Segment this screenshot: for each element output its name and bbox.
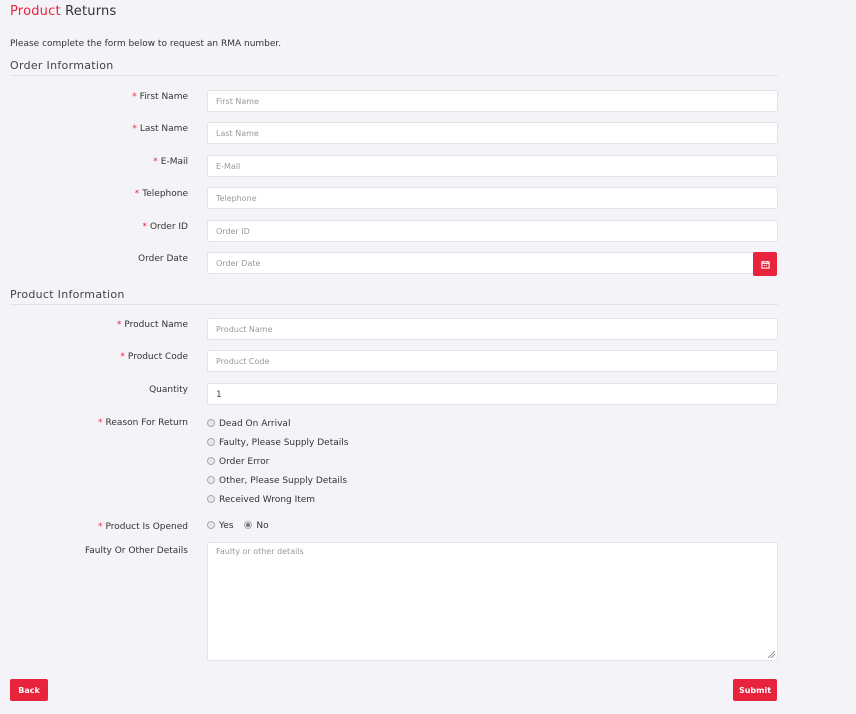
reason-option[interactable]: Other, Please Supply Details <box>207 475 347 490</box>
quantity-row: Quantity 1 <box>10 383 778 407</box>
order-date-label: Order Date <box>138 254 188 264</box>
opened-no-option[interactable]: No <box>244 520 269 531</box>
radio-button[interactable] <box>207 456 215 465</box>
reason-option[interactable]: Faulty, Please Supply Details <box>207 437 348 452</box>
order-id-row: * Order ID Order ID <box>10 220 778 244</box>
telephone-row: * Telephone Telephone <box>10 187 778 211</box>
intro-text: Please complete the form below to reques… <box>10 39 282 49</box>
radio-button[interactable] <box>207 475 215 484</box>
product-code-input[interactable]: Product Code <box>207 350 778 372</box>
product-code-label: * Product Code <box>120 352 188 362</box>
page-title-rest: Returns <box>65 4 117 19</box>
resize-grip-icon[interactable] <box>767 650 775 658</box>
first-name-row: * First Name First Name <box>10 90 778 114</box>
order-date-row: Order Date Order Date <box>10 252 778 276</box>
details-label: Faulty Or Other Details <box>84 546 188 556</box>
order-id-input[interactable]: Order ID <box>207 220 778 242</box>
required-mark: * <box>132 92 137 102</box>
radio-button[interactable] <box>207 494 215 503</box>
required-mark: * <box>98 418 103 428</box>
radio-button[interactable] <box>207 437 215 446</box>
required-mark: * <box>134 189 140 199</box>
required-mark: * <box>153 157 158 167</box>
reason-label: * Reason For Return <box>98 418 188 428</box>
section-order-information: Order Information <box>10 59 778 76</box>
product-name-input[interactable]: Product Name <box>207 318 778 340</box>
page-title-accent: Product <box>10 4 61 19</box>
opened-row: * Product Is Opened <box>10 520 778 544</box>
section-product-information: Product Information <box>10 288 778 305</box>
required-mark: * <box>120 352 125 362</box>
telephone-input[interactable]: Telephone <box>207 187 778 209</box>
email-row: * E-Mail E-Mail <box>10 155 778 179</box>
first-name-input[interactable]: First Name <box>207 90 778 112</box>
required-mark: * <box>116 320 122 330</box>
quantity-input[interactable]: 1 <box>207 383 778 405</box>
order-id-label: * Order ID <box>142 222 188 232</box>
radio-button[interactable] <box>207 418 215 427</box>
reason-option[interactable]: Dead On Arrival <box>207 418 290 433</box>
last-name-row: * Last Name Last Name <box>10 122 778 146</box>
last-name-label: * Last Name <box>132 124 188 134</box>
first-name-label: * First Name <box>132 92 188 102</box>
required-mark: * <box>132 124 137 134</box>
details-textarea[interactable]: Faulty or other details <box>207 542 778 661</box>
product-name-label: * Product Name <box>116 320 188 330</box>
back-button[interactable]: Back <box>10 679 48 701</box>
opened-yes-option[interactable]: Yes <box>207 520 234 531</box>
submit-button[interactable]: Submit <box>733 679 777 701</box>
order-date-input[interactable]: Order Date <box>207 252 754 274</box>
last-name-input[interactable]: Last Name <box>207 122 778 144</box>
product-name-row: * Product Name Product Name <box>10 318 778 342</box>
opened-label: * Product Is Opened <box>97 522 188 532</box>
details-placeholder: Faulty or other details <box>216 547 304 556</box>
reason-option[interactable]: Received Wrong Item <box>207 494 315 509</box>
calendar-button[interactable] <box>753 252 777 276</box>
radio-button-checked[interactable] <box>244 520 253 529</box>
product-code-row: * Product Code Product Code <box>10 350 778 374</box>
opened-options: Yes No <box>207 520 269 535</box>
email-label: * E-Mail <box>153 157 188 167</box>
calendar-icon <box>760 260 770 269</box>
reason-row: * Reason For Return <box>10 416 778 440</box>
quantity-label: Quantity <box>149 385 188 395</box>
required-mark: * <box>97 522 103 532</box>
reason-option[interactable]: Order Error <box>207 456 269 471</box>
telephone-label: * Telephone <box>134 189 188 199</box>
required-mark: * <box>142 222 147 232</box>
radio-button[interactable] <box>207 520 215 529</box>
email-input[interactable]: E-Mail <box>207 155 778 177</box>
page-title: Product Returns <box>10 4 116 19</box>
